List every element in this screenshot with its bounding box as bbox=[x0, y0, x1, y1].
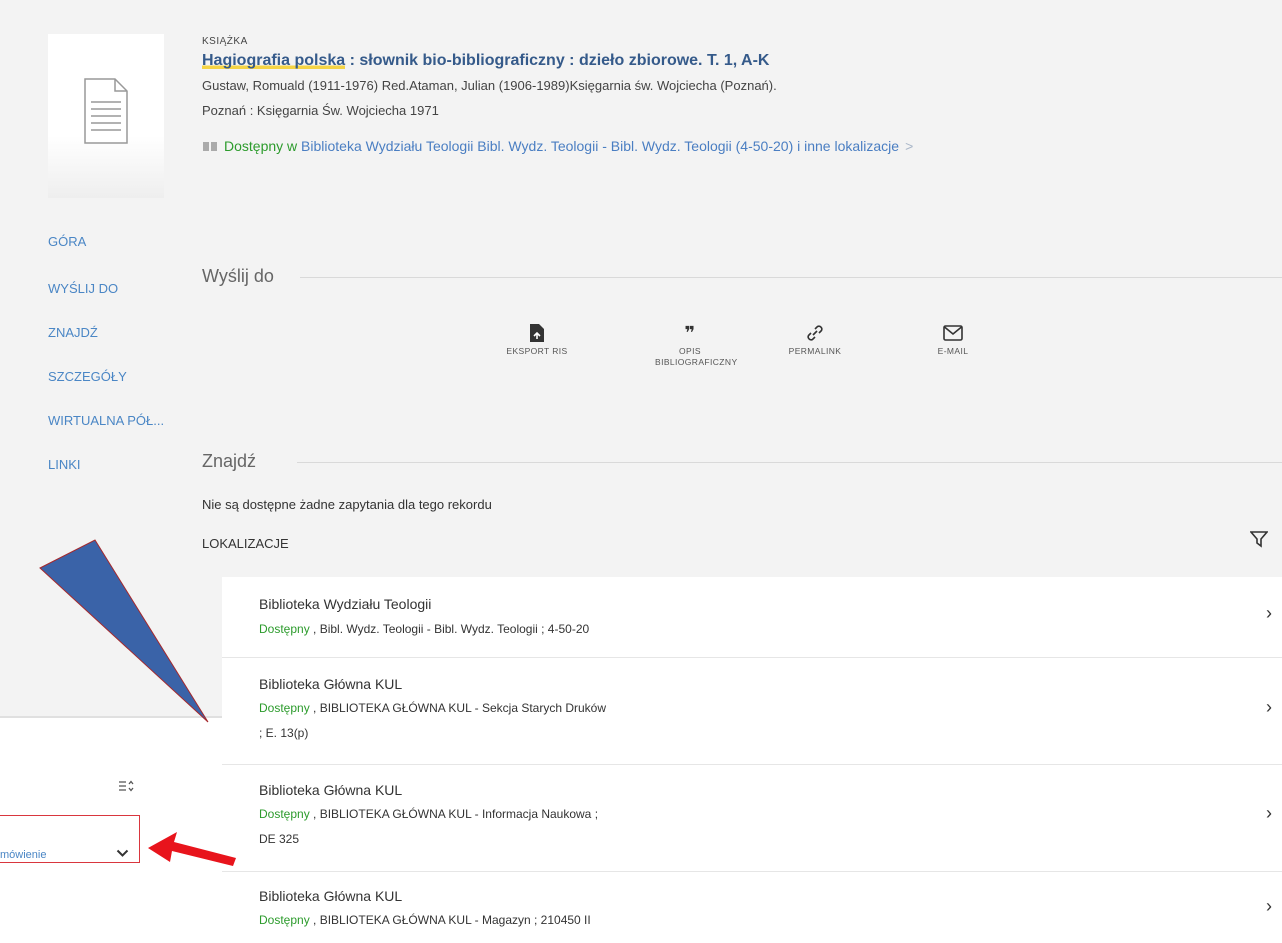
email-label: E-MAIL bbox=[937, 346, 969, 356]
email-icon bbox=[898, 320, 1008, 346]
location-callnumber-2: ; E. 13(p) bbox=[259, 726, 309, 740]
quote-icon: ❞ bbox=[684, 322, 696, 343]
nav-find[interactable]: ZNAJDŹ bbox=[48, 325, 98, 340]
record-title-rest[interactable]: : słownik bio-bibliograficzny : dzieło z… bbox=[345, 52, 770, 69]
location-item[interactable]: Biblioteka Główna KUL Dostępny , BIBLIOT… bbox=[222, 658, 1282, 765]
find-empty-text: Nie są dostępne żadne zapytania dla tego… bbox=[202, 497, 492, 512]
locations-list: Biblioteka Wydziału Teologii Dostępny , … bbox=[222, 577, 1282, 943]
location-details: Dostępny , BIBLIOTEKA GŁÓWNA KUL - Magaz… bbox=[259, 908, 591, 933]
nav-virtual-shelf[interactable]: WIRTUALNA PÓŁ... bbox=[48, 413, 164, 428]
location-item[interactable]: Biblioteka Główna KUL Dostępny , BIBLIOT… bbox=[222, 765, 1282, 872]
location-library-name: Biblioteka Główna KUL bbox=[259, 888, 403, 904]
locations-label: LOKALIZACJE bbox=[202, 536, 289, 551]
location-callnumber: , BIBLIOTEKA GŁÓWNA KUL - Informacja Nau… bbox=[309, 807, 599, 821]
record-type: KSIĄŻKA bbox=[202, 36, 248, 47]
chevron-right-icon[interactable]: › bbox=[1266, 896, 1272, 917]
nav-details[interactable]: SZCZEGÓŁY bbox=[48, 369, 127, 384]
location-item[interactable]: Biblioteka Wydziału Teologii Dostępny , … bbox=[222, 577, 1282, 658]
location-callnumber: , Bibl. Wydz. Teologii - Bibl. Wydz. Teo… bbox=[309, 622, 590, 636]
location-status: Dostępny bbox=[259, 622, 310, 636]
location-status: Dostępny bbox=[259, 701, 310, 715]
export-ris-button[interactable]: EKSPORT RIS bbox=[482, 320, 592, 357]
chevron-right-icon[interactable]: › bbox=[1266, 803, 1272, 824]
location-status: Dostępny bbox=[259, 913, 310, 927]
annotation-callout bbox=[39, 539, 209, 723]
send-to-divider bbox=[300, 277, 1282, 278]
sort-expand-icon[interactable] bbox=[118, 779, 134, 796]
record-thumbnail bbox=[48, 34, 164, 198]
link-icon bbox=[760, 320, 870, 346]
find-divider bbox=[297, 462, 1282, 463]
nav-send-to[interactable]: WYŚLIJ DO bbox=[48, 281, 118, 296]
chevron-down-icon[interactable] bbox=[116, 846, 129, 861]
location-library-name: Biblioteka Główna KUL bbox=[259, 676, 403, 692]
location-library-name: Biblioteka Wydziału Teologii bbox=[259, 596, 432, 612]
nav-top[interactable]: GÓRA bbox=[48, 234, 86, 249]
record-publication: Poznań : Księgarnia Św. Wojciecha 1971 bbox=[202, 103, 439, 118]
availability-status: Dostępny w bbox=[224, 138, 298, 154]
location-callnumber: , BIBLIOTEKA GŁÓWNA KUL - Magazyn ; 2104… bbox=[309, 913, 591, 927]
request-select-label[interactable]: mówienie bbox=[0, 849, 46, 861]
location-details: Dostępny , BIBLIOTEKA GŁÓWNA KUL - Sekcj… bbox=[259, 696, 606, 746]
location-details: Dostępny , Bibl. Wydz. Teologii - Bibl. … bbox=[259, 617, 589, 642]
location-callnumber: , BIBLIOTEKA GŁÓWNA KUL - Sekcja Starych… bbox=[309, 701, 607, 715]
location-callnumber-2: DE 325 bbox=[259, 832, 300, 846]
book-icon bbox=[203, 142, 217, 151]
permalink-label: PERMALINK bbox=[788, 346, 842, 356]
request-panel-border bbox=[0, 716, 222, 718]
availability-location-link[interactable]: Biblioteka Wydziału Teologii Bibl. Wydz.… bbox=[301, 138, 899, 154]
email-button[interactable]: E-MAIL bbox=[898, 320, 1008, 357]
record-title-highlight[interactable]: Hagiografia polska bbox=[202, 52, 346, 69]
chevron-right-icon[interactable]: › bbox=[1266, 697, 1272, 718]
location-library-name: Biblioteka Główna KUL bbox=[259, 782, 403, 798]
citation-button[interactable]: ❞ OPIS BIBLIOGRAFICZNY bbox=[635, 320, 745, 368]
send-to-heading: Wyślij do bbox=[202, 266, 274, 286]
find-heading: Znajdź bbox=[202, 451, 257, 471]
location-status: Dostępny bbox=[259, 807, 310, 821]
availability-line[interactable]: Dostępny w Biblioteka Wydziału Teologii … bbox=[202, 138, 913, 154]
citation-label: OPIS BIBLIOGRAFICZNY bbox=[655, 346, 738, 367]
availability-chevron-icon[interactable]: > bbox=[905, 138, 913, 154]
filter-icon[interactable] bbox=[1249, 530, 1269, 553]
chevron-right-icon[interactable]: › bbox=[1266, 603, 1272, 624]
ris-export-icon bbox=[482, 320, 592, 346]
permalink-button[interactable]: PERMALINK bbox=[760, 320, 870, 357]
record-title[interactable]: Hagiografia polska : słownik bio-bibliog… bbox=[202, 52, 769, 70]
nav-links[interactable]: LINKI bbox=[48, 457, 81, 472]
document-icon bbox=[84, 78, 128, 144]
record-authors: Gustaw, Romuald (1911-1976) Red.Ataman, … bbox=[202, 78, 777, 93]
location-details: Dostępny , BIBLIOTEKA GŁÓWNA KUL - Infor… bbox=[259, 802, 598, 852]
location-item[interactable]: Biblioteka Główna KUL Dostępny , BIBLIOT… bbox=[222, 872, 1282, 943]
export-ris-label: EKSPORT RIS bbox=[506, 346, 568, 356]
